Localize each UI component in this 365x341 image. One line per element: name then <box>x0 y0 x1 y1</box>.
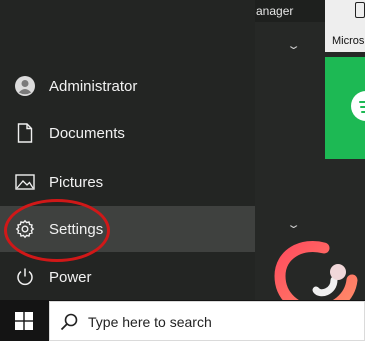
sidebar-item-power[interactable]: Power <box>0 254 255 300</box>
sidebar-item-label: Power <box>49 268 92 286</box>
sidebar-item-label: Documents <box>49 124 125 142</box>
microsoft-tile-label: Micros <box>332 35 365 47</box>
sidebar-item-pictures[interactable]: Pictures <box>0 159 255 205</box>
document-icon <box>15 123 35 143</box>
annotation-highlight-ring <box>4 199 110 262</box>
sidebar-item-administrator[interactable]: Administrator <box>0 63 255 109</box>
picture-icon <box>15 172 35 192</box>
chevron-down-icon[interactable]: ⌄ <box>286 218 301 231</box>
search-input[interactable]: Type here to search <box>49 301 365 341</box>
search-icon <box>60 313 78 331</box>
windows-logo-icon <box>15 311 33 330</box>
chevron-down-icon[interactable]: ⌄ <box>286 39 301 52</box>
power-icon <box>15 267 35 287</box>
start-button[interactable] <box>0 300 48 341</box>
tile-app-icon <box>355 2 365 18</box>
taskbar: Type here to search <box>0 300 365 341</box>
sidebar-item-label: Pictures <box>49 173 104 191</box>
sidebar-item-label: Administrator <box>49 77 138 95</box>
search-placeholder: Type here to search <box>88 314 212 330</box>
sidebar-item-documents[interactable]: Documents <box>0 110 255 156</box>
user-avatar-icon <box>15 76 35 96</box>
background-window-title: anager <box>256 4 294 18</box>
